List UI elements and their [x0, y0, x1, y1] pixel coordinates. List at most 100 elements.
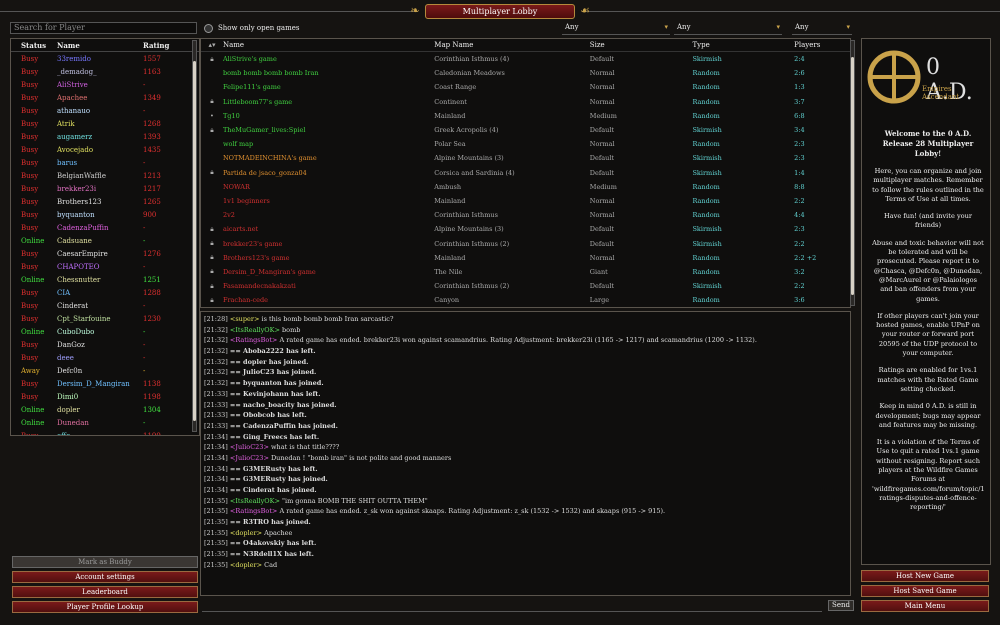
game-type: Random [692, 97, 720, 106]
game-row[interactable]: bomb bomb bomb bomb Iran Caledonian Meado… [201, 66, 850, 80]
open-games-checkbox[interactable] [204, 24, 213, 33]
player-row[interactable]: Busy 33remido 1557 [11, 52, 199, 65]
chat-line: [21:35] == R3TRO has joined. [204, 517, 847, 528]
col-name[interactable]: Name [57, 41, 143, 50]
game-row[interactable]: 🔒︎ Dersim_D_Mangiran's game The Nile Giant R… [201, 265, 850, 279]
chat-time: [21:35] [204, 550, 228, 559]
player-row[interactable]: Online Cadsuane - [11, 234, 199, 247]
player-row[interactable]: Busy Atrik 1268 [11, 117, 199, 130]
player-row[interactable]: Busy byquanton 900 [11, 208, 199, 221]
game-row[interactable]: 1v1 beginners Mainland Normal Random 2:2 [201, 194, 850, 208]
scroll-thumb[interactable] [851, 57, 854, 295]
filter-players-select[interactable]: Any ▾ [792, 23, 852, 35]
player-row[interactable]: Busy Dersim_D_Mangiran 1138 [11, 377, 199, 390]
player-row[interactable]: Busy BelgianWaffle 1213 [11, 169, 199, 182]
game-row[interactable]: Felipe111's game Coast Range Normal Random 1… [201, 80, 850, 94]
player-row[interactable]: Busy CHAPOTEO - [11, 260, 199, 273]
player-list[interactable]: Status Name Rating Busy 33remido 1557 Busy _… [10, 38, 200, 436]
player-row[interactable]: Busy Brothers123 1265 [11, 195, 199, 208]
player-name: AliStrive [57, 80, 88, 89]
game-row[interactable]: 🔒︎ Frachan-cede Canyon Large Random 3:6 [201, 293, 850, 307]
account-settings-button[interactable]: Account settings [12, 571, 198, 583]
filter-map-size-select[interactable]: Any ▾ [562, 23, 670, 35]
col-type[interactable]: Type [692, 41, 794, 49]
player-row[interactable]: Busy AliStrive - [11, 78, 199, 91]
mark-as-buddy-button[interactable]: Mark as Buddy [12, 556, 198, 568]
send-button[interactable]: Send [828, 600, 854, 611]
player-status: Busy [21, 340, 39, 349]
col-game-name[interactable]: Name [223, 41, 434, 49]
col-map-name[interactable]: Map Name [434, 41, 590, 49]
filter-victory-select[interactable]: Any ▾ [674, 23, 782, 35]
player-list-scrollbar[interactable] [192, 40, 197, 432]
player-row[interactable]: Busy Avocejado 1435 [11, 143, 199, 156]
player-row[interactable]: Busy Apachee 1349 [11, 91, 199, 104]
player-row[interactable]: Busy CadenzaPuffin - [11, 221, 199, 234]
welcome-text: Welcome to the 0 A.D. Release 28 Multipl… [872, 129, 985, 521]
col-size[interactable]: Size [590, 41, 693, 49]
host-saved-game-button[interactable]: Host Saved Game [861, 585, 989, 597]
game-players: 3:7 [794, 97, 805, 106]
player-row[interactable]: Busy Cpt_Starfouine 1230 [11, 312, 199, 325]
chat-log[interactable]: [21:28] <super> is this bomb bomb bomb I… [200, 311, 851, 596]
game-row[interactable]: NOTMADEINCHINA's game Alpine Mountains (3… [201, 151, 850, 165]
chat-time: [21:32] [204, 357, 228, 366]
player-row[interactable]: Busy barus - [11, 156, 199, 169]
game-row[interactable]: 🔒︎ TheMuGamer_lives:Spiel Greek Acropolis … [201, 123, 850, 137]
player-row[interactable]: Online Chessnutter 1251 [11, 273, 199, 286]
game-map: Greek Acropolis (4) [434, 126, 499, 135]
game-row[interactable]: 🔒︎ AliStrive's game Corinthian Isthmus (4)… [201, 52, 850, 66]
game-row[interactable]: NOWAR Ambush Medium Random 8:8 [201, 180, 850, 194]
game-list[interactable]: ▴▾ Name Map Name Size Type Players 🔒︎ Ali… [200, 38, 851, 308]
player-row[interactable]: Busy Dimi0 1198 [11, 390, 199, 403]
player-status: Busy [21, 93, 39, 102]
game-name: 1v1 beginners [222, 196, 270, 205]
game-size: Default [589, 239, 615, 248]
player-row[interactable]: Busy augamerz 1393 [11, 130, 199, 143]
player-search-input[interactable]: Search for Player [10, 22, 197, 34]
game-name: Felipe111's game [222, 83, 281, 92]
player-row[interactable]: Busy _demadog_ 1163 [11, 65, 199, 78]
player-row[interactable]: Online CuboDubo - [11, 325, 199, 338]
host-new-game-button[interactable]: Host New Game [861, 570, 989, 582]
player-profile-lookup-button[interactable]: Player Profile Lookup [12, 601, 198, 613]
game-map: Mainland [434, 111, 466, 120]
game-row[interactable]: 🔒︎ Partida de jsaco_gonza04 Corsica and Sa… [201, 166, 850, 180]
col-rating[interactable]: Rating [143, 41, 191, 50]
chat-nick: <ItsReallyOK> [229, 325, 280, 334]
scroll-thumb[interactable] [193, 61, 196, 421]
game-row[interactable]: 🔒︎ aicarts.net Alpine Mountains (3) Default… [201, 222, 850, 236]
leaderboard-button[interactable]: Leaderboard [12, 586, 198, 598]
game-row[interactable]: 2v2 Corinthian Isthmus Normal Random 4:4 [201, 208, 850, 222]
main-menu-button[interactable]: Main Menu [861, 600, 989, 612]
player-row[interactable]: Busy Cinderat - [11, 299, 199, 312]
player-row[interactable]: Busy effo 1199 [11, 429, 199, 436]
game-players: 2:2 [794, 239, 805, 248]
sort-arrows-icon[interactable]: ▴▾ [201, 41, 223, 49]
col-status[interactable]: Status [11, 41, 57, 50]
chat-message: == N3Rdell1X has left. [229, 550, 314, 559]
player-row[interactable]: Busy CaesarEmpire 1276 [11, 247, 199, 260]
game-row[interactable]: • Tg10 Mainland Medium Random 6:8 [201, 109, 850, 123]
game-row[interactable]: 🔒︎ Littleboom77's game Continent Normal Rand… [201, 95, 850, 109]
player-row[interactable]: Busy deee - [11, 351, 199, 364]
game-row[interactable]: 🔒︎ Brothers123's game Mainland Normal Random… [201, 251, 850, 265]
player-name: Dimi0 [57, 392, 79, 401]
game-row[interactable]: wolf map Polar Sea Normal Random 2:3 [201, 137, 850, 151]
player-row[interactable]: Online Dunedan - [11, 416, 199, 429]
player-rating: 1276 [143, 249, 161, 258]
game-row[interactable]: 🔒︎ Fasamandecnakakzati Corinthian Isthmus … [201, 279, 850, 293]
col-players[interactable]: Players [794, 41, 850, 49]
player-row[interactable]: Busy CIA 1288 [11, 286, 199, 299]
game-list-scrollbar[interactable] [850, 40, 855, 306]
player-row[interactable]: Online dopler 1304 [11, 403, 199, 416]
page-title: Multiplayer Lobby [425, 4, 575, 19]
player-row[interactable]: Busy DanGoz - [11, 338, 199, 351]
player-row[interactable]: Away Defc0n - [11, 364, 199, 377]
player-status: Online [21, 236, 45, 245]
game-row[interactable]: 🔒︎ brekker23's game Corinthian Isthmus (2)… [201, 236, 850, 250]
chat-message: == O4akovskiy has left. [229, 539, 317, 548]
player-row[interactable]: Busy athanauo - [11, 104, 199, 117]
chat-input[interactable] [202, 600, 822, 612]
player-row[interactable]: Busy brekker23i 1217 [11, 182, 199, 195]
